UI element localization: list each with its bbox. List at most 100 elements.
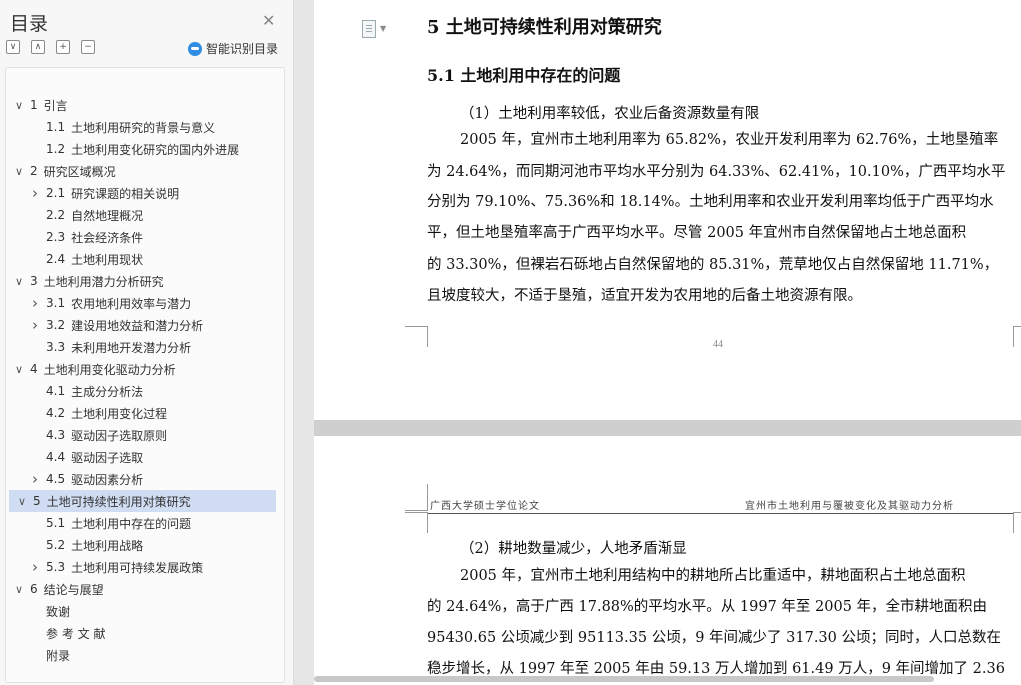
collapse-toggle-icon[interactable]: › bbox=[30, 294, 40, 312]
toc-item[interactable]: ∨ 4 土地利用变化驱动力分析 bbox=[6, 358, 282, 380]
toc-item[interactable]: ∨ 1 引言 bbox=[6, 94, 282, 116]
toc-item-number: 3.1 bbox=[46, 296, 66, 310]
toc-item-number: 2.1 bbox=[46, 186, 66, 200]
smart-toc-label: 智能识别目录 bbox=[206, 42, 279, 56]
toc-item-label: 土地利用变化过程 bbox=[71, 406, 168, 421]
toc-item[interactable]: 2.3 社会经济条件 bbox=[6, 226, 282, 248]
toc-item-number: 3.3 bbox=[46, 340, 66, 354]
toc-item[interactable]: 1.1 土地利用研究的背景与意义 bbox=[6, 116, 282, 138]
crop-mark bbox=[405, 484, 428, 511]
toc-item[interactable]: 2.2 自然地理概况 bbox=[6, 204, 282, 226]
toc-item[interactable]: 4.2 土地利用变化过程 bbox=[6, 402, 282, 424]
paragraph-line: 95430.65 公顷减少到 95113.35 公顷，9 年间减少了 317.3… bbox=[427, 630, 1001, 646]
page-number: 44 bbox=[713, 339, 723, 350]
sidebar-title: 目录 bbox=[10, 13, 49, 35]
toc-item[interactable]: 5.2 土地利用战略 bbox=[6, 534, 282, 556]
toc-item-number: 6 bbox=[30, 582, 38, 596]
paragraph-icon[interactable] bbox=[362, 20, 376, 38]
running-header-left: 广西大学硕士学位论文 bbox=[430, 501, 540, 512]
toc-item[interactable]: ∨ 3 土地利用潜力分析研究 bbox=[6, 270, 282, 292]
toc-item-number: 5.1 bbox=[46, 516, 66, 530]
paragraph-line: 为 24.64%，而同期河池市平均水平分别为 64.33%、62.41%，10.… bbox=[427, 164, 1006, 180]
toc-item-label: 未利用地开发潜力分析 bbox=[71, 340, 192, 355]
toc-item-number: 4.3 bbox=[46, 428, 66, 442]
toc-item-number: 2.3 bbox=[46, 230, 66, 244]
toc-item[interactable]: ∨ 5 土地可持续性利用对策研究 bbox=[9, 490, 276, 512]
expand-toggle-icon[interactable]: ∨ bbox=[14, 165, 24, 178]
toc-item-number: 4.1 bbox=[46, 384, 66, 398]
toc-item-number: 2.2 bbox=[46, 208, 66, 222]
collapse-toggle-icon[interactable]: › bbox=[30, 558, 40, 576]
remove-heading-button[interactable]: − bbox=[81, 40, 95, 54]
toc-item-label: 驱动因子选取原则 bbox=[71, 428, 168, 443]
toc-item[interactable]: › 3.1 农用地利用效率与潜力 bbox=[6, 292, 282, 314]
toc-item[interactable]: 3.3 未利用地开发潜力分析 bbox=[6, 336, 282, 358]
toc-item-label: 致谢 bbox=[46, 604, 71, 619]
paragraph-line: 2005 年，宜州市土地利用率为 65.82%，农业开发利用率为 62.76%，… bbox=[460, 132, 999, 148]
section-heading: 5.1 土地利用中存在的问题 bbox=[427, 66, 621, 85]
toc-item-number: 4.4 bbox=[46, 450, 66, 464]
toc-item[interactable]: 4.1 主成分分析法 bbox=[6, 380, 282, 402]
add-heading-button[interactable]: + bbox=[56, 40, 70, 54]
toc-item-label: 土地利用研究的背景与意义 bbox=[71, 120, 216, 135]
toc-item-label: 土地可持续性利用对策研究 bbox=[46, 494, 191, 509]
toc-item-number: 4 bbox=[30, 362, 38, 376]
toc-item-label: 土地利用现状 bbox=[71, 252, 144, 267]
toc-item[interactable]: 1.2 土地利用变化研究的国内外进展 bbox=[6, 138, 282, 160]
toc-item-number: 1 bbox=[30, 98, 38, 112]
toc-item[interactable]: 附录 bbox=[6, 644, 282, 666]
close-icon[interactable]: ✕ bbox=[262, 11, 275, 30]
toc-item-label: 附录 bbox=[46, 648, 71, 663]
toc-item-label: 土地利用潜力分析研究 bbox=[43, 274, 164, 289]
crop-mark bbox=[405, 326, 428, 347]
toc-item[interactable]: 4.3 驱动因子选取原则 bbox=[6, 424, 282, 446]
subheading-1: （1）土地利用率较低，农业后备资源数量有限 bbox=[460, 106, 760, 122]
crop-mark bbox=[405, 512, 428, 533]
toc-item-label: 研究区域概况 bbox=[43, 164, 116, 179]
toc-item[interactable]: › 5.3 土地利用可持续发展政策 bbox=[6, 556, 282, 578]
toc-item[interactable]: 4.4 驱动因子选取 bbox=[6, 446, 282, 468]
collapse-toggle-icon[interactable]: › bbox=[30, 316, 40, 334]
header-rule bbox=[428, 513, 1014, 514]
chevron-down-icon[interactable]: ▼ bbox=[380, 24, 386, 33]
toc-item[interactable]: 2.4 土地利用现状 bbox=[6, 248, 282, 270]
paragraph-line: 的 24.64%，高于广西 17.88%的平均水平。从 1997 年至 2005… bbox=[427, 599, 988, 615]
toc-item[interactable]: › 4.5 驱动因素分析 bbox=[6, 468, 282, 490]
collapse-toggle-icon[interactable]: › bbox=[30, 184, 40, 202]
horizontal-scrollbar[interactable] bbox=[314, 676, 934, 682]
toc-item-label: 社会经济条件 bbox=[71, 230, 144, 245]
expand-toggle-icon[interactable]: ∨ bbox=[14, 275, 24, 288]
toc-item-label: 建设用地效益和潜力分析 bbox=[71, 318, 204, 333]
collapse-all-button[interactable]: ∨ bbox=[6, 40, 20, 54]
paragraph-line: 2005 年，宜州市土地利用结构中的耕地所占比重适中，耕地面积占土地总面积 bbox=[460, 568, 966, 584]
collapse-toggle-icon[interactable]: › bbox=[30, 470, 40, 488]
toc-item[interactable]: ∨ 2 研究区域概况 bbox=[6, 160, 282, 182]
toc-item[interactable]: › 3.2 建设用地效益和潜力分析 bbox=[6, 314, 282, 336]
toc-item[interactable]: ∨ 6 结论与展望 bbox=[6, 578, 282, 600]
expand-toggle-icon[interactable]: ∨ bbox=[14, 583, 24, 596]
expand-toggle-icon[interactable]: ∨ bbox=[14, 363, 24, 376]
crop-mark bbox=[1013, 326, 1021, 347]
toc-item[interactable]: 致谢 bbox=[6, 600, 282, 622]
toc-item-number: 3.2 bbox=[46, 318, 66, 332]
paragraph-line: 的 33.30%，但裸岩石砾地占自然保留地的 85.31%，荒草地仅占自然保留地… bbox=[427, 257, 999, 273]
smart-toc-button[interactable]: 智能识别目录 bbox=[188, 40, 278, 57]
toc-item-number: 2.4 bbox=[46, 252, 66, 266]
expand-toggle-icon[interactable]: ∨ bbox=[14, 99, 24, 112]
toc-item[interactable]: 5.1 土地利用中存在的问题 bbox=[6, 512, 282, 534]
toc-item-number: 5.3 bbox=[46, 560, 66, 574]
toc-item[interactable]: › 2.1 研究课题的相关说明 bbox=[6, 182, 282, 204]
crop-mark bbox=[1013, 512, 1021, 533]
paragraph-line: 平，但土地垦殖率高于广西平均水平。尽管 2005 年宜州市自然保留地占土地总面积 bbox=[427, 225, 967, 241]
toc-item-label: 驱动因子选取 bbox=[71, 450, 144, 465]
expand-toggle-icon[interactable]: ∨ bbox=[17, 495, 27, 508]
toc-item-label: 引言 bbox=[43, 98, 68, 113]
toc-item-label: 农用地利用效率与潜力 bbox=[71, 296, 192, 311]
toc-item-number: 1.2 bbox=[46, 142, 66, 156]
toc-item-label: 参 考 文 献 bbox=[46, 626, 106, 641]
toc-item[interactable]: 参 考 文 献 bbox=[6, 622, 282, 644]
toc-item-number: 2 bbox=[30, 164, 38, 178]
expand-all-button[interactable]: ∧ bbox=[31, 40, 45, 54]
paragraph-line: 稳步增长，从 1997 年至 2005 年由 59.13 万人增加到 61.49… bbox=[427, 661, 1005, 677]
toc-item-number: 4.2 bbox=[46, 406, 66, 420]
